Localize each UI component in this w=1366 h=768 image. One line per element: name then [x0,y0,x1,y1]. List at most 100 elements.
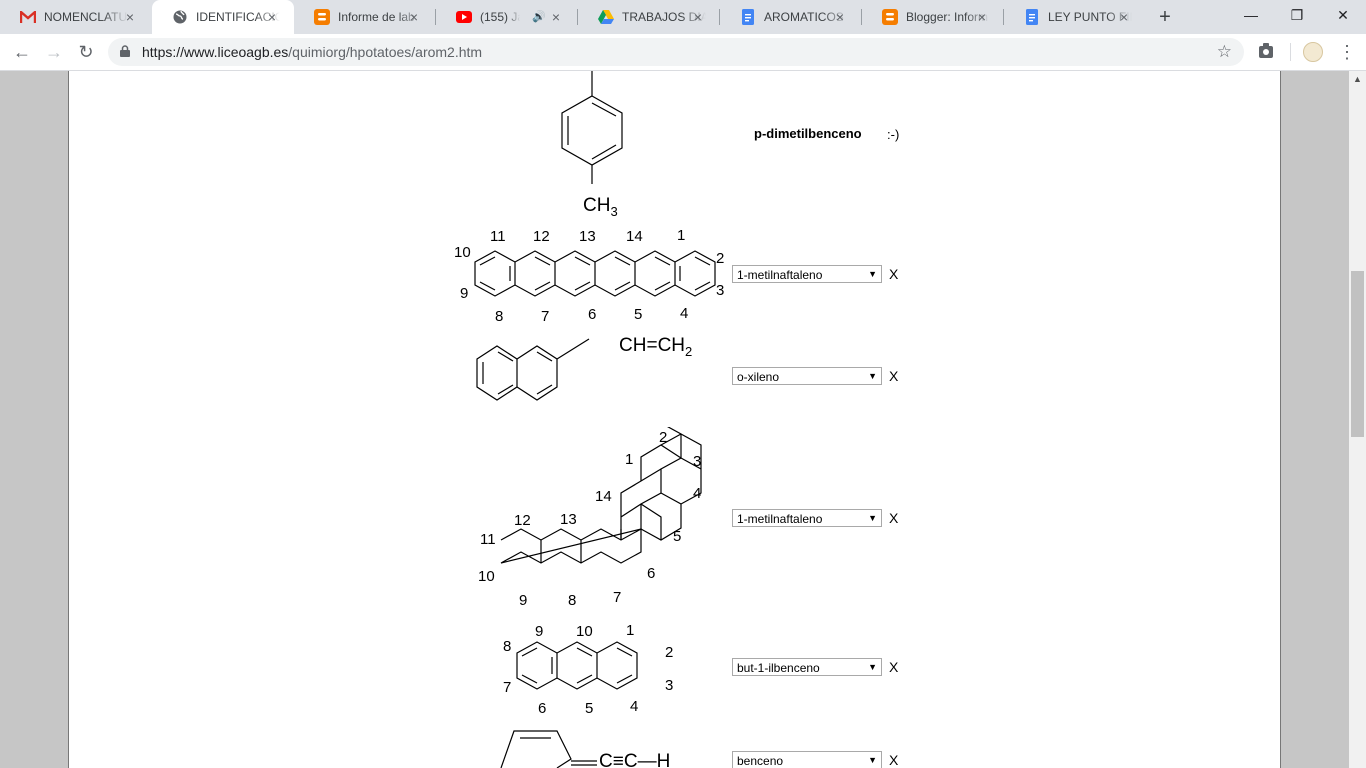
svg-text:5: 5 [673,528,681,545]
answer-select[interactable]: 1-metilnaftaleno ▼ [732,265,882,283]
tab-aromaticos[interactable]: AROMATICOS × [720,0,862,34]
tab-strip: NOMENCLATURA × IDENTIFICACION × Informe … [0,0,1366,34]
svg-text:12: 12 [514,512,531,529]
tab-youtube[interactable]: (155) Jason 🔊 × [436,0,578,34]
wrong-mark: X [889,659,899,675]
svg-text:13: 13 [560,511,577,528]
tab-title: (155) Jason [480,10,520,24]
menu-icon[interactable]: ⋮ [1337,40,1357,64]
svg-text:2: 2 [716,250,724,267]
tab-ley-punto[interactable]: LEY PUNTO FIN × [1004,0,1146,34]
scrollbar-thumb[interactable] [1351,271,1364,437]
url-path: /quimiorg/hpotatoes/arom2.htm [288,44,483,60]
back-icon[interactable]: ← [10,40,34,64]
vertical-scrollbar[interactable]: ▲ [1349,71,1366,768]
molecule-pentaphene: 2 1 3 4 14 5 12 13 11 6 10 9 8 7 [478,427,702,609]
svg-text:9: 9 [519,592,527,609]
svg-text:3: 3 [693,453,701,470]
tab-blogger[interactable]: Blogger: Inform × [862,0,1004,34]
svg-text:13: 13 [579,228,596,245]
wrong-mark: X [889,752,899,768]
svg-text:2: 2 [665,644,673,661]
dropdown-arrow-icon: ▼ [868,662,877,672]
svg-text:5: 5 [585,700,593,717]
new-tab-button[interactable]: + [1154,6,1176,28]
reload-icon[interactable]: ↻ [74,40,98,64]
answer-select[interactable]: but-1-ilbenceno ▼ [732,658,882,676]
tab-informe[interactable]: Informe de lab × [294,0,436,34]
carbon-number: 3 [610,71,617,74]
svg-text:2: 2 [659,429,667,446]
svg-text:10: 10 [478,568,495,585]
url-host: https://www.liceoagb.es [142,44,289,60]
svg-text:14: 14 [595,488,612,505]
answer-select[interactable]: 1-metilnaftaleno ▼ [732,509,882,527]
svg-text:14: 14 [626,228,643,245]
svg-text:8: 8 [568,592,576,609]
svg-text:1: 1 [677,227,685,244]
molecule-p-xylene: CH3 3 [561,71,623,219]
molecule-anthracene: 9 10 1 8 2 7 3 6 5 4 [503,622,673,717]
answer-select[interactable]: benceno ▼ [732,751,882,768]
carbon-numbers: 9 10 1 8 2 7 3 6 5 4 [503,622,673,717]
feedback-text: :-) [887,127,900,142]
svg-text:10: 10 [454,244,471,261]
carbon-numbers: 2 1 3 4 14 5 12 13 11 6 10 9 8 7 [478,429,701,609]
bookmark-star-icon[interactable]: ☆ [1217,42,1232,62]
restore-button[interactable]: ❐ [1274,0,1320,30]
svg-text:4: 4 [693,485,701,502]
svg-text:4: 4 [630,698,638,715]
close-tab-icon[interactable]: × [832,9,848,25]
molecule-vinylnaphthalene: CH=CH2 [476,335,692,401]
svg-text:4: 4 [680,305,688,322]
close-tab-icon[interactable]: × [122,9,138,25]
tab-identificacion[interactable]: IDENTIFICACION × [152,0,294,34]
blogger-icon [314,9,330,25]
svg-text:7: 7 [541,308,549,325]
svg-text:11: 11 [490,228,506,245]
minimize-button[interactable]: — [1228,0,1274,30]
svg-text:8: 8 [495,308,503,325]
tab-trabajos[interactable]: TRABAJOS DIA × [578,0,720,34]
youtube-icon [456,9,472,25]
svg-text:7: 7 [613,589,621,606]
svg-text:9: 9 [535,623,543,640]
close-tab-icon[interactable]: × [690,9,706,25]
answer-select[interactable]: o-xileno ▼ [732,367,882,385]
wrong-mark: X [889,266,899,282]
address-bar[interactable]: https://www.liceoagb.es/quimiorg/hpotato… [108,38,1244,66]
close-tab-icon[interactable]: × [548,9,564,25]
svg-text:6: 6 [538,700,546,717]
svg-text:9: 9 [460,285,468,302]
close-tab-icon[interactable]: × [1116,9,1132,25]
close-window-button[interactable]: ✕ [1320,0,1366,30]
wrong-mark: X [889,510,899,526]
svg-text:3: 3 [716,282,724,299]
molecule-ethynylbenzene: C≡C—H [500,730,670,768]
svg-text:6: 6 [588,306,596,323]
tab-nomenclatura[interactable]: NOMENCLATURA × [0,0,152,34]
docs-icon [1024,9,1040,25]
forward-icon[interactable]: → [42,40,66,64]
scroll-up-arrow-icon[interactable]: ▲ [1349,71,1366,88]
svg-text:12: 12 [533,228,550,245]
avatar[interactable] [1303,42,1323,62]
svg-text:3: 3 [665,677,673,694]
page-content: CH3 3 p-dimetilbenceno :-) 11 12 13 14 1… [68,71,1281,768]
translate-icon[interactable] [1258,43,1274,59]
tab-title: NOMENCLATURA [44,10,128,24]
close-tab-icon[interactable]: × [264,9,280,25]
carbon-numbers: 11 12 13 14 1 10 2 9 3 8 7 6 5 4 [454,227,724,325]
ethynyl-label: C≡C—H [599,751,670,768]
svg-text:11: 11 [480,531,496,548]
dropdown-arrow-icon: ▼ [868,371,877,381]
close-tab-icon[interactable]: × [974,9,990,25]
speaker-icon[interactable]: 🔊 [532,10,546,23]
svg-text:5: 5 [634,306,642,323]
globe-icon [172,9,188,25]
svg-text:10: 10 [576,623,593,640]
ch3-label: CH3 [583,195,618,219]
close-tab-icon[interactable]: × [406,9,422,25]
gmail-icon [20,9,36,25]
answer-label: p-dimetilbenceno [754,126,862,141]
